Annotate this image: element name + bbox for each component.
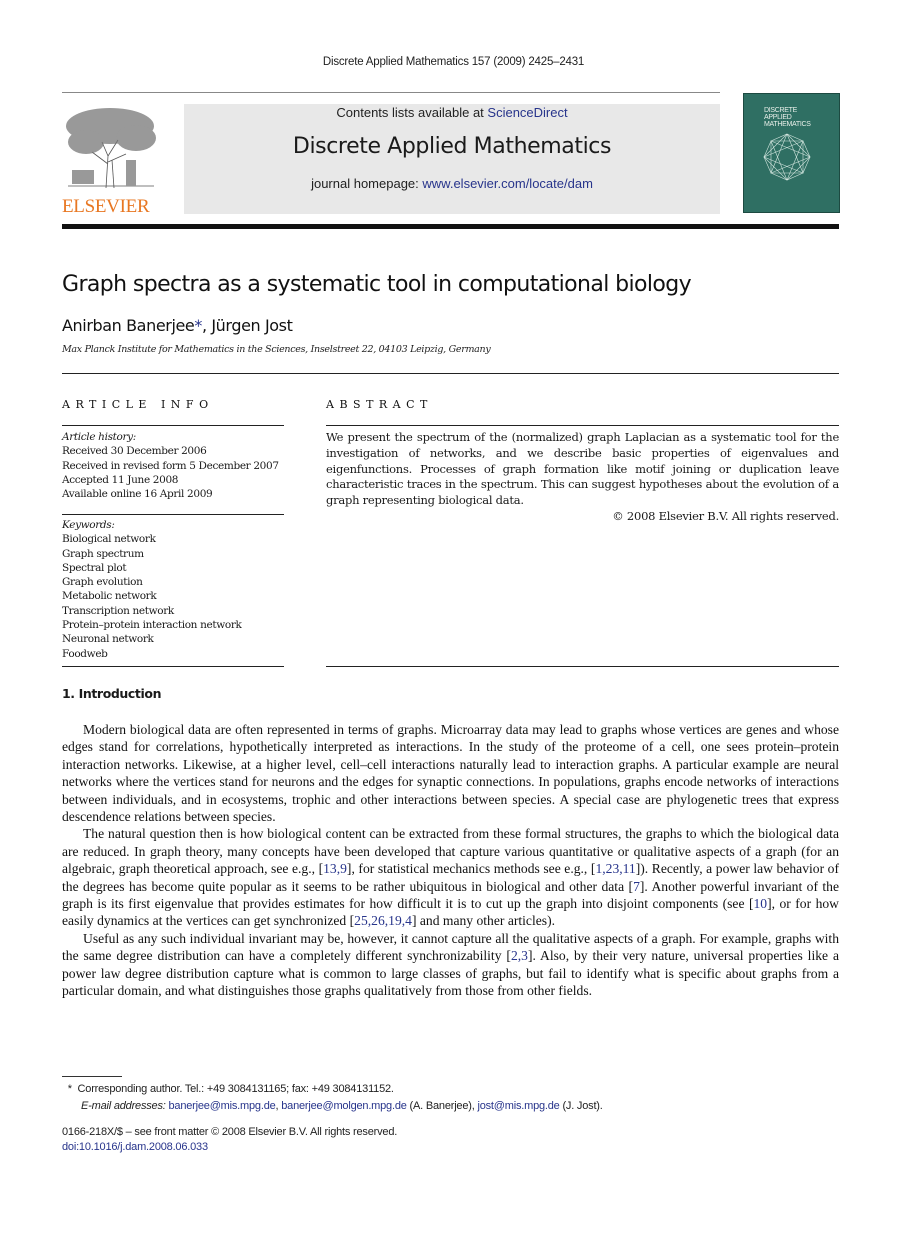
footnote-mark: * <box>67 1083 72 1095</box>
abstract-rule <box>326 425 839 426</box>
publisher-name: ELSEVIER <box>62 196 150 217</box>
email-link[interactable]: banerjee@mis.mpg.de <box>169 1100 276 1112</box>
banner-bottom-rule <box>62 224 839 229</box>
citation-link[interactable]: 7 <box>633 879 640 894</box>
publisher-logo[interactable]: ELSEVIER <box>62 104 162 217</box>
cover-title-line: DISCRETE <box>764 107 797 114</box>
abstract-bottom-rule <box>326 666 839 667</box>
page-footer: 0166-218X/$ – see front matter © 2008 El… <box>62 1125 397 1155</box>
email-addresses: E-mail addresses: banerjee@mis.mpg.de, b… <box>62 1098 603 1115</box>
homepage-prefix: journal homepage: <box>311 176 423 191</box>
text-run: ] and many other articles). <box>411 913 555 929</box>
author-separator: , <box>201 316 212 335</box>
keyword-item: Graph spectrum <box>62 547 144 560</box>
text-run: ], for statistical mechanics methods see… <box>346 861 596 877</box>
running-head: Discrete Applied Mathematics 157 (2009) … <box>322 56 585 68</box>
abstract-copyright: © 2008 Elsevier B.V. All rights reserved… <box>612 508 839 523</box>
homepage-line: journal homepage: www.elsevier.com/locat… <box>184 176 720 191</box>
keyword-item: Foodweb <box>62 647 108 660</box>
history-item: Available online 16 April 2009 <box>62 488 213 501</box>
citation-link[interactable]: 1,23,11 <box>595 861 635 876</box>
cover-graph-icon <box>763 133 811 181</box>
corresponding-author-mark[interactable]: * <box>194 316 202 335</box>
article-info-heading: ARTICLE INFO <box>62 398 214 411</box>
corresponding-author-note: * Corresponding author. Tel.: +49 308413… <box>62 1081 603 1098</box>
issn-line: 0166-218X/$ – see front matter © 2008 El… <box>62 1126 398 1138</box>
doi-link[interactable]: doi:10.1016/j.dam.2008.06.033 <box>62 1141 208 1153</box>
keywords-list: Keywords: Biological network Graph spect… <box>62 518 284 661</box>
email-link[interactable]: jost@mis.mpg.de <box>477 1100 559 1112</box>
introduction-heading: 1. Introduction <box>62 686 162 701</box>
keyword-item: Protein–protein interaction network <box>62 619 242 632</box>
cover-title-line: APPLIED <box>764 114 792 121</box>
keyword-item: Spectral plot <box>62 561 127 574</box>
journal-homepage-link[interactable]: www.elsevier.com/locate/dam <box>422 176 593 191</box>
email-label: E-mail addresses: <box>81 1100 166 1112</box>
email-link[interactable]: banerjee@molgen.mpg.de <box>281 1100 407 1112</box>
keywords-label: Keywords: <box>62 519 115 531</box>
author-list: Anirban Banerjee*, Jürgen Jost <box>62 316 293 335</box>
contents-line: Contents lists available at ScienceDirec… <box>184 105 720 120</box>
footnote: * Corresponding author. Tel.: +49 308413… <box>62 1081 603 1115</box>
article-info-rule <box>62 425 284 426</box>
cover-title: DISCRETE APPLIED MATHEMATICS <box>764 107 811 128</box>
journal-name: Discrete Applied Mathematics <box>292 134 612 159</box>
keyword-item: Transcription network <box>62 604 174 617</box>
email-owner: (J. Jost). <box>559 1100 603 1112</box>
citation-link[interactable]: 13,9 <box>323 861 347 876</box>
section-rule <box>62 373 839 374</box>
email-owner: (A. Banerjee), <box>406 1100 478 1112</box>
introduction-body: Modern biological data are often represe… <box>62 721 839 1000</box>
history-item: Accepted 11 June 2008 <box>62 473 179 486</box>
article-title: Graph spectra as a systematic tool in co… <box>62 272 692 297</box>
journal-banner: Contents lists available at ScienceDirec… <box>184 104 720 214</box>
affiliation: Max Planck Institute for Mathematics in … <box>62 344 491 355</box>
keyword-item: Neuronal network <box>62 633 154 646</box>
citation-link[interactable]: 25,26,19,4 <box>354 913 412 928</box>
header-rule <box>62 92 720 93</box>
citation-link[interactable]: 2,3 <box>511 948 528 963</box>
author-name[interactable]: Anirban Banerjee <box>62 316 195 335</box>
elsevier-tree-logo-icon <box>66 108 156 189</box>
corresponding-text: Corresponding author. Tel.: +49 30841311… <box>77 1083 394 1095</box>
article-history: Article history: Received 30 December 20… <box>62 430 284 501</box>
cover-title-line: MATHEMATICS <box>764 121 811 128</box>
citation-link[interactable]: 10 <box>753 896 767 911</box>
abstract-text: We present the spectrum of the (normaliz… <box>326 430 839 508</box>
paragraph: Modern biological data are often represe… <box>62 722 839 825</box>
footnote-rule <box>62 1076 122 1077</box>
keyword-item: Graph evolution <box>62 576 143 589</box>
journal-cover[interactable]: DISCRETE APPLIED MATHEMATICS <box>743 93 840 213</box>
article-info-bottom-rule <box>62 666 284 667</box>
contents-prefix: Contents lists available at <box>336 105 488 120</box>
paragraph: The natural question then is how biologi… <box>62 825 839 929</box>
keywords-rule <box>62 514 284 515</box>
article-history-label: Article history: <box>62 431 136 443</box>
author-name[interactable]: Jürgen Jost <box>211 316 293 335</box>
keyword-item: Metabolic network <box>62 590 157 603</box>
history-item: Received 30 December 2006 <box>62 445 207 458</box>
keyword-item: Biological network <box>62 533 156 546</box>
history-item: Received in revised form 5 December 2007 <box>62 459 279 472</box>
abstract-body: We present the spectrum of the (normaliz… <box>326 430 839 525</box>
sciencedirect-link[interactable]: ScienceDirect <box>487 105 567 120</box>
abstract-heading: ABSTRACT <box>326 398 433 411</box>
paragraph: Useful as any such individual invariant … <box>62 930 839 1000</box>
